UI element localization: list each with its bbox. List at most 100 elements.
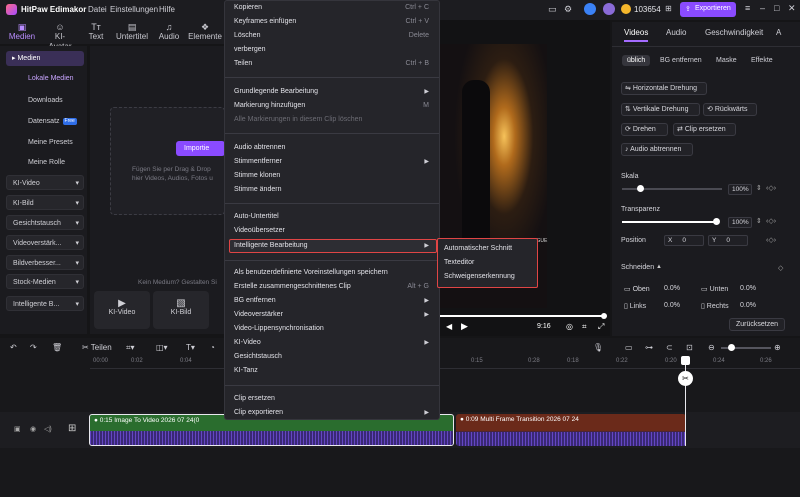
crop-bottom-value[interactable]: 0.0% bbox=[740, 285, 756, 292]
preview-progress-knob[interactable] bbox=[601, 313, 607, 319]
link-icon[interactable]: ⊶ bbox=[645, 343, 653, 352]
replace-clip-button[interactable]: ⇄ Clip ersetzen bbox=[673, 123, 736, 136]
keyframe-icon[interactable]: ‹◇› bbox=[766, 236, 776, 244]
menu-item-copy[interactable]: Kopieren bbox=[234, 4, 262, 11]
sidebar-group-image-enhancer[interactable]: Bildverbesser... ▾ bbox=[6, 255, 84, 270]
scale-slider-knob[interactable] bbox=[637, 185, 644, 192]
add-media-icon[interactable]: ⊞ bbox=[68, 423, 76, 434]
close-icon[interactable]: ✕ bbox=[788, 3, 796, 14]
magnet-icon[interactable]: ⊂ bbox=[666, 343, 673, 352]
sidebar-group-faceswap[interactable]: Gesichtstausch ▾ bbox=[6, 215, 84, 230]
detach-audio-button[interactable]: ♪ Audio abtrennen bbox=[621, 143, 693, 156]
redo-icon[interactable]: ↷ bbox=[30, 343, 37, 352]
crop-left-value[interactable]: 0.0% bbox=[664, 302, 680, 309]
menu-item-hide[interactable]: verbergen bbox=[234, 46, 266, 53]
menu-item-export-clip[interactable]: Clip exportieren bbox=[234, 409, 283, 416]
sidebar-group-stock-media[interactable]: Stock-Medien ▾ bbox=[6, 274, 84, 289]
eye-icon[interactable]: ◉ bbox=[30, 425, 36, 433]
playhead-handle[interactable] bbox=[681, 356, 690, 365]
menu-item-remove-bg[interactable]: BG entfernen bbox=[234, 297, 276, 304]
tab-more[interactable]: A bbox=[776, 28, 781, 37]
crop-right-value[interactable]: 0.0% bbox=[740, 302, 756, 309]
subtab-effects[interactable]: Effekte bbox=[746, 55, 778, 66]
reverse-button[interactable]: ⟲ Rückwärts bbox=[703, 103, 757, 116]
keyframe-icon[interactable]: ‹◇› bbox=[766, 184, 776, 192]
menu-item-save-preset[interactable]: Als benutzerdefinierte Voreinstellungen … bbox=[234, 269, 388, 276]
drop-zone[interactable] bbox=[110, 107, 225, 215]
preview-progress[interactable] bbox=[440, 315, 603, 317]
keyframe-icon[interactable]: ‹◇› bbox=[766, 217, 776, 225]
split-button[interactable]: ✂ Teilen bbox=[82, 343, 112, 352]
sidebar-group-video-enhancer[interactable]: Videoverstärk... ▾ bbox=[6, 235, 84, 250]
stepper-icon[interactable]: ⇕ bbox=[756, 184, 762, 192]
snapshot-icon[interactable]: ◎ bbox=[566, 322, 573, 331]
stepper-icon[interactable]: ⇕ bbox=[756, 217, 762, 225]
menu-icon[interactable]: ≡ bbox=[745, 3, 750, 13]
settings-icon[interactable]: ⚙ bbox=[564, 4, 572, 15]
chevron-up-icon[interactable]: ▲ bbox=[656, 264, 662, 270]
menu-item-split[interactable]: Teilen bbox=[234, 60, 252, 67]
menu-item-face-swap[interactable]: Gesichtstausch bbox=[234, 353, 282, 360]
zoom-in-icon[interactable]: ⊕ bbox=[774, 343, 781, 352]
lock-icon[interactable]: ▣ bbox=[14, 425, 21, 433]
import-button[interactable]: Importie bbox=[176, 141, 225, 156]
subtab-common[interactable]: üblich bbox=[622, 55, 651, 66]
menu-item-lip-sync[interactable]: Video-Lippensynchronisation bbox=[234, 325, 324, 332]
reset-button[interactable]: Zurücksetzen bbox=[729, 318, 785, 331]
menu-item-ai-dance[interactable]: KI-Tanz bbox=[234, 367, 258, 374]
sidebar-group-ai-image[interactable]: KI-Bild ▾ bbox=[6, 195, 84, 210]
sidebar-item-my-role[interactable]: Meine Rolle bbox=[22, 155, 100, 170]
monitor-icon[interactable]: ▭ bbox=[548, 4, 557, 15]
menu-item-add-marker[interactable]: Markierung hinzufügen bbox=[234, 102, 305, 109]
sidebar-group-smart-editing[interactable]: Intelligente B... ▾ bbox=[6, 296, 84, 311]
subtab-mask[interactable]: Maske bbox=[711, 55, 742, 66]
tab-speed[interactable]: Geschwindigkeit bbox=[705, 28, 763, 37]
menu-item-paste-keyframes[interactable]: Keyframes einfügen bbox=[234, 18, 296, 25]
card-ai-video[interactable]: ▶ KI-Video bbox=[94, 291, 150, 329]
volume-icon[interactable]: ◁) bbox=[44, 425, 52, 433]
crop-section-label[interactable]: Schneiden bbox=[621, 264, 654, 271]
scale-value[interactable]: 100% bbox=[728, 184, 752, 195]
fit-icon[interactable]: ⊡ bbox=[686, 343, 693, 352]
menu-help[interactable]: Hilfe bbox=[159, 5, 175, 14]
sidebar-item-downloads[interactable]: Downloads bbox=[22, 93, 100, 108]
transparency-slider-knob[interactable] bbox=[713, 218, 720, 225]
mic-icon[interactable]: 🎙 bbox=[593, 343, 603, 352]
position-x-field[interactable]: X0 bbox=[664, 235, 704, 246]
mirror-tool-icon[interactable]: ◫▾ bbox=[156, 343, 168, 352]
tool-text[interactable]: Tт Text bbox=[82, 22, 110, 44]
playhead[interactable] bbox=[685, 356, 686, 446]
sidebar-item-dataset[interactable]: Datensatz Free bbox=[22, 114, 100, 129]
prev-frame-icon[interactable]: ◀ bbox=[446, 322, 452, 331]
zoom-slider-knob[interactable] bbox=[728, 344, 735, 351]
subtab-remove-bg[interactable]: BG entfernen bbox=[655, 55, 707, 66]
menu-item-voice-clone[interactable]: Stimme klonen bbox=[234, 172, 280, 179]
sidebar-item-my-presets[interactable]: Meine Presets bbox=[22, 135, 100, 150]
transparency-value[interactable]: 100% bbox=[728, 217, 752, 228]
menu-item-vocal-remover[interactable]: Stimmentferner bbox=[234, 158, 282, 165]
menu-item-video-enhancer[interactable]: Videoverstärker bbox=[234, 311, 283, 318]
menu-item-replace-clip[interactable]: Clip ersetzen bbox=[234, 395, 275, 402]
tool-elements[interactable]: ❖ Elemente bbox=[186, 22, 224, 44]
text-tool-icon[interactable]: T▾ bbox=[186, 343, 195, 352]
flip-horizontal-button[interactable]: ⇋ Horizontale Drehung bbox=[621, 82, 707, 95]
speed-tool-icon[interactable]: ◔ bbox=[210, 343, 215, 352]
fullscreen-icon[interactable]: ⤢ bbox=[598, 322, 604, 332]
delete-icon[interactable]: 🗑 bbox=[52, 343, 62, 352]
aspect-ratio[interactable]: 9:16 bbox=[537, 323, 551, 330]
menu-file[interactable]: Datei bbox=[88, 5, 107, 14]
split-at-playhead-icon[interactable]: ✂ bbox=[678, 371, 693, 386]
menu-item-voice-changer[interactable]: Stimme ändern bbox=[234, 186, 281, 193]
play-icon[interactable]: ▶ bbox=[461, 321, 468, 332]
sidebar-item-media[interactable]: ▸ Medien bbox=[6, 51, 84, 66]
keyframe-icon[interactable]: ◇ bbox=[778, 264, 783, 272]
menu-item-smart-editing[interactable]: Intelligente Bearbeitung bbox=[234, 242, 308, 249]
flip-vertical-button[interactable]: ⇅ Vertikale Drehung bbox=[621, 103, 700, 116]
minimize-icon[interactable]: – bbox=[760, 3, 765, 13]
menu-item-basic-editing[interactable]: Grundlegende Bearbeitung bbox=[234, 88, 318, 95]
tab-audio[interactable]: Audio bbox=[666, 28, 686, 37]
maximize-icon[interactable]: □ bbox=[774, 3, 779, 13]
tab-videos[interactable]: Videos bbox=[624, 28, 649, 42]
card-ai-image[interactable]: ▧ KI-Bild bbox=[153, 291, 209, 329]
tool-audio[interactable]: ♫ Audio bbox=[154, 22, 184, 44]
